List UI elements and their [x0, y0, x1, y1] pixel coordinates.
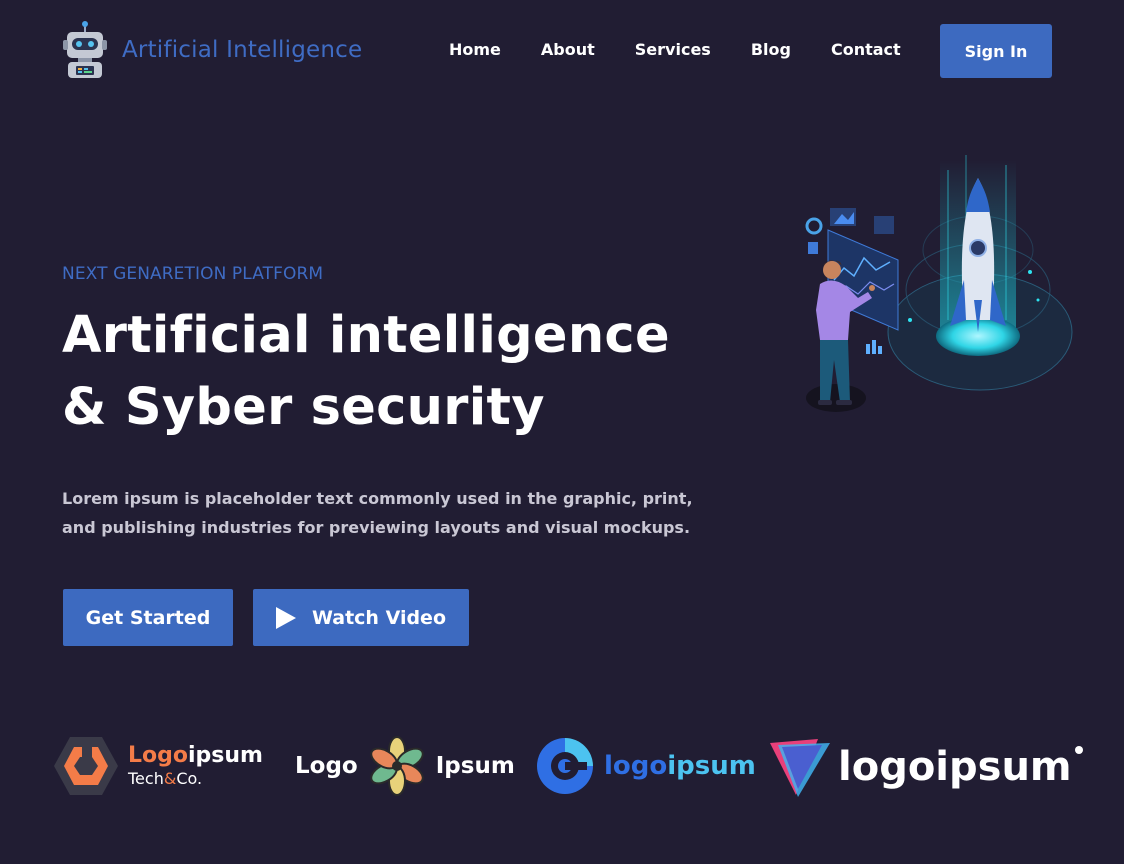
partner-1-wordmark: Logoipsum	[128, 745, 263, 767]
hero-description: Lorem ipsum is placeholder text commonly…	[62, 489, 693, 537]
get-started-button[interactable]: Get Started	[63, 589, 233, 646]
partner-3-a: logo	[604, 751, 668, 781]
partner-3-wordmark: logoipsum	[604, 751, 756, 781]
watch-video-button[interactable]: Watch Video	[253, 589, 469, 646]
hexagon-logo-icon	[54, 737, 118, 795]
hero-illustration	[805, 155, 1073, 412]
partner-logo-2: Logo Ipsum	[295, 735, 515, 797]
partner-1-amp: &	[163, 769, 177, 788]
partner-logo-1: Logoipsum Tech&Co.	[52, 735, 263, 797]
partner-2-right: Ipsum	[435, 753, 515, 779]
partner-logo-3: logoipsum	[534, 735, 756, 797]
play-icon	[275, 606, 296, 629]
nav-blog[interactable]: Blog	[751, 40, 791, 59]
nav-about[interactable]: About	[541, 40, 595, 59]
partner-1-rest: ipsum	[188, 743, 263, 768]
site-header: Artificial Intelligence Home About Servi…	[0, 0, 1124, 100]
nav-contact[interactable]: Contact	[831, 40, 901, 59]
brand[interactable]: Artificial Intelligence	[62, 20, 362, 80]
headline-line-1: Artificial intelligence	[62, 306, 670, 365]
partner-1-tagline: Tech&Co.	[128, 771, 263, 787]
hero-eyebrow: NEXT GENARETION PLATFORM	[62, 264, 324, 284]
watch-video-label: Watch Video	[311, 606, 446, 629]
nav-home[interactable]: Home	[449, 40, 501, 59]
robot-icon	[63, 21, 107, 78]
dot-icon	[1074, 746, 1083, 754]
hero-headline: Artificial intelligence & Syber security	[62, 300, 670, 444]
main-nav: Home About Services Blog Contact	[449, 40, 941, 59]
partner-2-left: Logo	[295, 753, 358, 779]
partner-logo-4: logoipsum	[768, 735, 1084, 799]
partner-1-sub-b: Co.	[176, 769, 203, 788]
brand-name: Artificial Intelligence	[122, 37, 363, 63]
sign-in-button[interactable]: Sign In	[940, 24, 1052, 78]
get-started-label: Get Started	[85, 606, 211, 629]
partner-1-strong: Logo	[128, 743, 188, 768]
ring-logo-icon	[537, 738, 593, 794]
partner-3-b: ipsum	[667, 751, 756, 781]
triangle-logo-icon	[770, 739, 830, 797]
nav-services[interactable]: Services	[635, 40, 711, 59]
pinwheel-logo-icon	[369, 736, 424, 796]
partner-4-wordmark: logoipsum	[838, 744, 1072, 790]
partner-1-sub-a: Tech	[128, 769, 164, 788]
headline-line-2: & Syber security	[62, 378, 545, 437]
